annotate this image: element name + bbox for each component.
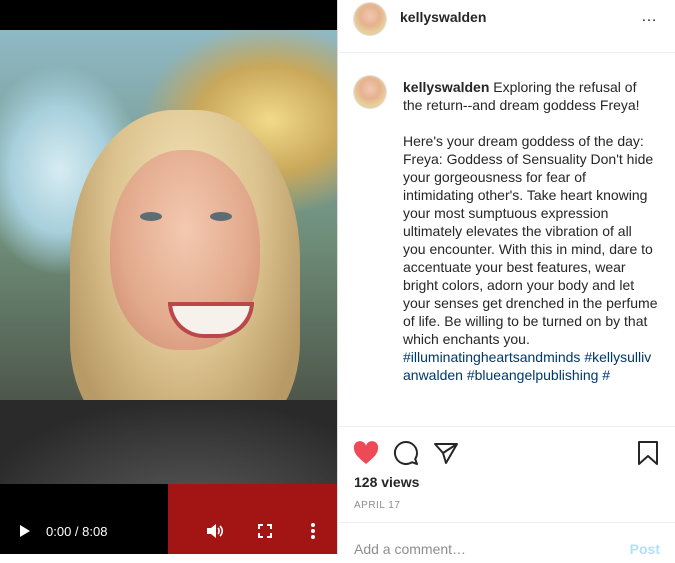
caption-hashtags[interactable]: #illuminatingheartsandminds #kellysulliv… xyxy=(403,348,658,384)
share-icon[interactable] xyxy=(432,439,460,467)
action-bar xyxy=(338,426,675,477)
video-top-bar xyxy=(0,0,337,30)
comment-bar: Add a comment… Post xyxy=(338,522,675,563)
more-vertical-icon[interactable] xyxy=(302,520,324,542)
avatar[interactable] xyxy=(354,3,386,35)
post-comment-button[interactable]: Post xyxy=(630,541,660,557)
play-icon[interactable] xyxy=(14,520,36,542)
post-date[interactable]: APRIL 17 xyxy=(354,500,400,511)
video-progress-region xyxy=(168,484,337,554)
post-panel: kellyswalden … kellyswalden Exploring th… xyxy=(337,0,675,557)
comment-input[interactable]: Add a comment… xyxy=(354,541,466,557)
video-subject-eye xyxy=(210,212,232,221)
caption-scroll-area[interactable]: kellyswalden Exploring the refusal of th… xyxy=(338,70,675,426)
video-player[interactable]: 0:00 / 8:08 xyxy=(0,0,337,554)
caption-author[interactable]: kellyswalden xyxy=(403,79,489,95)
post-header: kellyswalden … xyxy=(338,0,675,53)
heart-icon[interactable] xyxy=(352,439,380,467)
volume-icon[interactable] xyxy=(204,520,226,542)
comment-icon[interactable] xyxy=(392,439,420,467)
video-subject-eye xyxy=(140,212,162,221)
more-options-icon[interactable]: … xyxy=(641,8,658,26)
header-username[interactable]: kellyswalden xyxy=(400,9,486,25)
caption-body: Here's your dream goddess of the day: Fr… xyxy=(403,133,658,347)
caption-avatar[interactable] xyxy=(354,76,386,108)
bookmark-icon[interactable] xyxy=(634,439,662,467)
video-time: 0:00 / 8:08 xyxy=(46,523,108,539)
fullscreen-icon[interactable] xyxy=(254,520,276,542)
video-frame[interactable] xyxy=(0,30,337,514)
post-caption: kellyswalden Exploring the refusal of th… xyxy=(403,78,658,384)
view-count[interactable]: 128 views xyxy=(354,474,419,490)
